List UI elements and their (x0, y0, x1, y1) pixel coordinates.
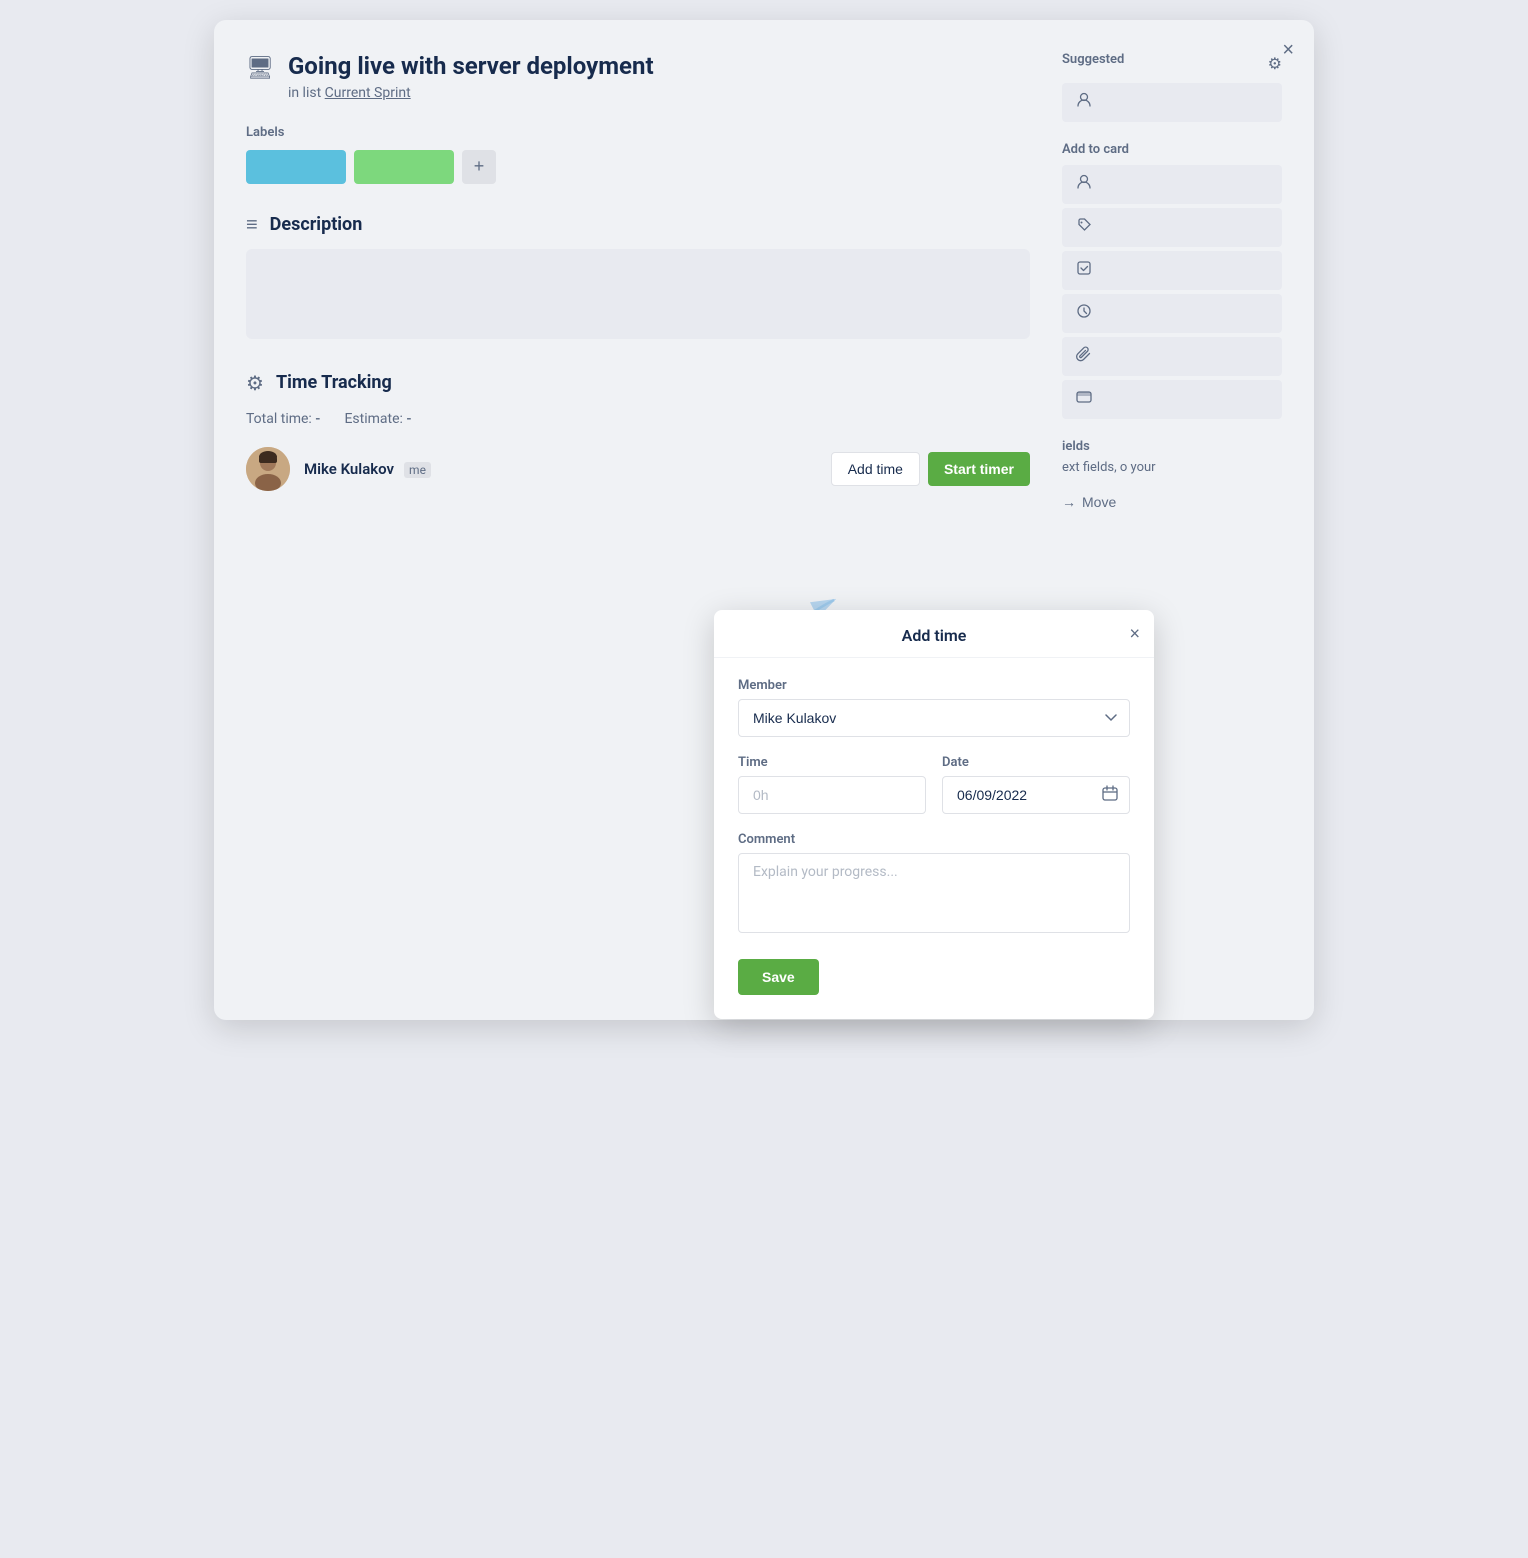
member-icon (1074, 174, 1094, 195)
add-label-button[interactable]: + (462, 150, 496, 184)
cover-icon (1074, 389, 1094, 410)
card-title-block: Going live with server deployment in lis… (288, 52, 654, 101)
time-label: Time (738, 755, 926, 770)
start-timer-button[interactable]: Start timer (928, 452, 1030, 486)
time-tracking-header: ⚙ Time Tracking (246, 371, 1030, 395)
label-chip-green[interactable] (354, 150, 454, 184)
card-list-info: in list Current Sprint (288, 85, 654, 101)
desc-header: ≡ Description (246, 212, 1030, 237)
card-type-icon: 🖥 (246, 56, 274, 81)
user-name: Mike Kulakov (304, 460, 394, 478)
arrow-right-icon: → (1062, 494, 1076, 510)
card-header: 🖥 Going live with server deployment in l… (246, 52, 1030, 101)
time-input[interactable] (738, 776, 926, 814)
labels-section: Labels + (246, 125, 1030, 184)
time-field-group: Time (738, 755, 926, 814)
time-tracking-buttons: Add time Start timer (831, 452, 1030, 486)
fields-text: ext fields, o your (1062, 458, 1282, 478)
time-tracking-title: Time Tracking (276, 372, 392, 393)
description-area[interactable] (246, 249, 1030, 339)
comment-label: Comment (738, 832, 1130, 847)
suggested-member-button[interactable] (1062, 83, 1282, 122)
dialog-close-button[interactable]: × (1129, 623, 1140, 644)
comment-textarea[interactable] (738, 853, 1130, 933)
member-label: Member (738, 678, 1130, 693)
estimate-stat: Estimate: - (344, 411, 411, 427)
date-label: Date (942, 755, 1130, 770)
time-tracking-section: ⚙ Time Tracking Total time: - Estimate: … (246, 371, 1030, 491)
time-date-row: Time Date (738, 755, 1130, 832)
description-title: Description (270, 214, 363, 235)
label-chip-blue[interactable] (246, 150, 346, 184)
person-icon (1074, 92, 1094, 113)
avatar (246, 447, 290, 491)
description-icon: ≡ (246, 212, 258, 237)
clock-icon (1074, 303, 1094, 324)
fields-section-title: ields (1062, 439, 1282, 454)
dialog-header: Add time × (714, 610, 1154, 658)
suggested-title: Suggested (1062, 52, 1124, 67)
save-button[interactable]: Save (738, 959, 819, 995)
member-select[interactable]: Mike Kulakov (738, 699, 1130, 737)
suggested-section: Suggested ⚙ (1062, 52, 1282, 122)
add-to-card-title: Add to card (1062, 142, 1282, 157)
card-title: Going live with server deployment (288, 52, 654, 81)
time-tracking-user-row: Mike Kulakov me Add time Start timer (246, 447, 1030, 491)
label-button[interactable] (1062, 208, 1282, 247)
add-to-card-section: Add to card (1062, 142, 1282, 419)
list-link[interactable]: Current Sprint (325, 85, 411, 101)
suggested-header: Suggested ⚙ (1062, 52, 1282, 75)
time-tracking-icon: ⚙ (246, 371, 264, 395)
dialog-title: Add time (902, 626, 967, 645)
time-tracking-stats: Total time: - Estimate: - (246, 411, 1030, 427)
fields-section: ields ext fields, o your (1062, 439, 1282, 478)
labels-section-title: Labels (246, 125, 1030, 140)
comment-field-group: Comment (738, 832, 1130, 937)
date-input[interactable] (942, 776, 1130, 814)
date-input-wrapper (942, 776, 1130, 814)
member-button[interactable] (1062, 165, 1282, 204)
add-time-button[interactable]: Add time (831, 452, 920, 486)
attachment-button[interactable] (1062, 337, 1282, 376)
member-field-group: Member Mike Kulakov (738, 678, 1130, 737)
card-modal: × 🖥 Going live with server deployment in… (214, 20, 1314, 1020)
dates-button[interactable] (1062, 294, 1282, 333)
close-button[interactable]: × (1278, 36, 1298, 64)
cover-button[interactable] (1062, 380, 1282, 419)
dialog-body: Member Mike Kulakov Time Date (714, 658, 1154, 995)
label-icon (1074, 217, 1094, 238)
description-section: ≡ Description (246, 212, 1030, 339)
me-badge: me (404, 462, 431, 478)
checklist-button[interactable] (1062, 251, 1282, 290)
date-field-group: Date (942, 755, 1130, 814)
add-time-dialog: Add time × Member Mike Kulakov Time Date (714, 610, 1154, 1019)
checklist-icon (1074, 260, 1094, 281)
total-time-stat: Total time: - (246, 411, 320, 427)
labels-row: + (246, 150, 1030, 184)
user-info: Mike Kulakov me (304, 459, 431, 478)
attachment-icon (1074, 346, 1094, 367)
move-button[interactable]: → Move (1062, 494, 1116, 510)
